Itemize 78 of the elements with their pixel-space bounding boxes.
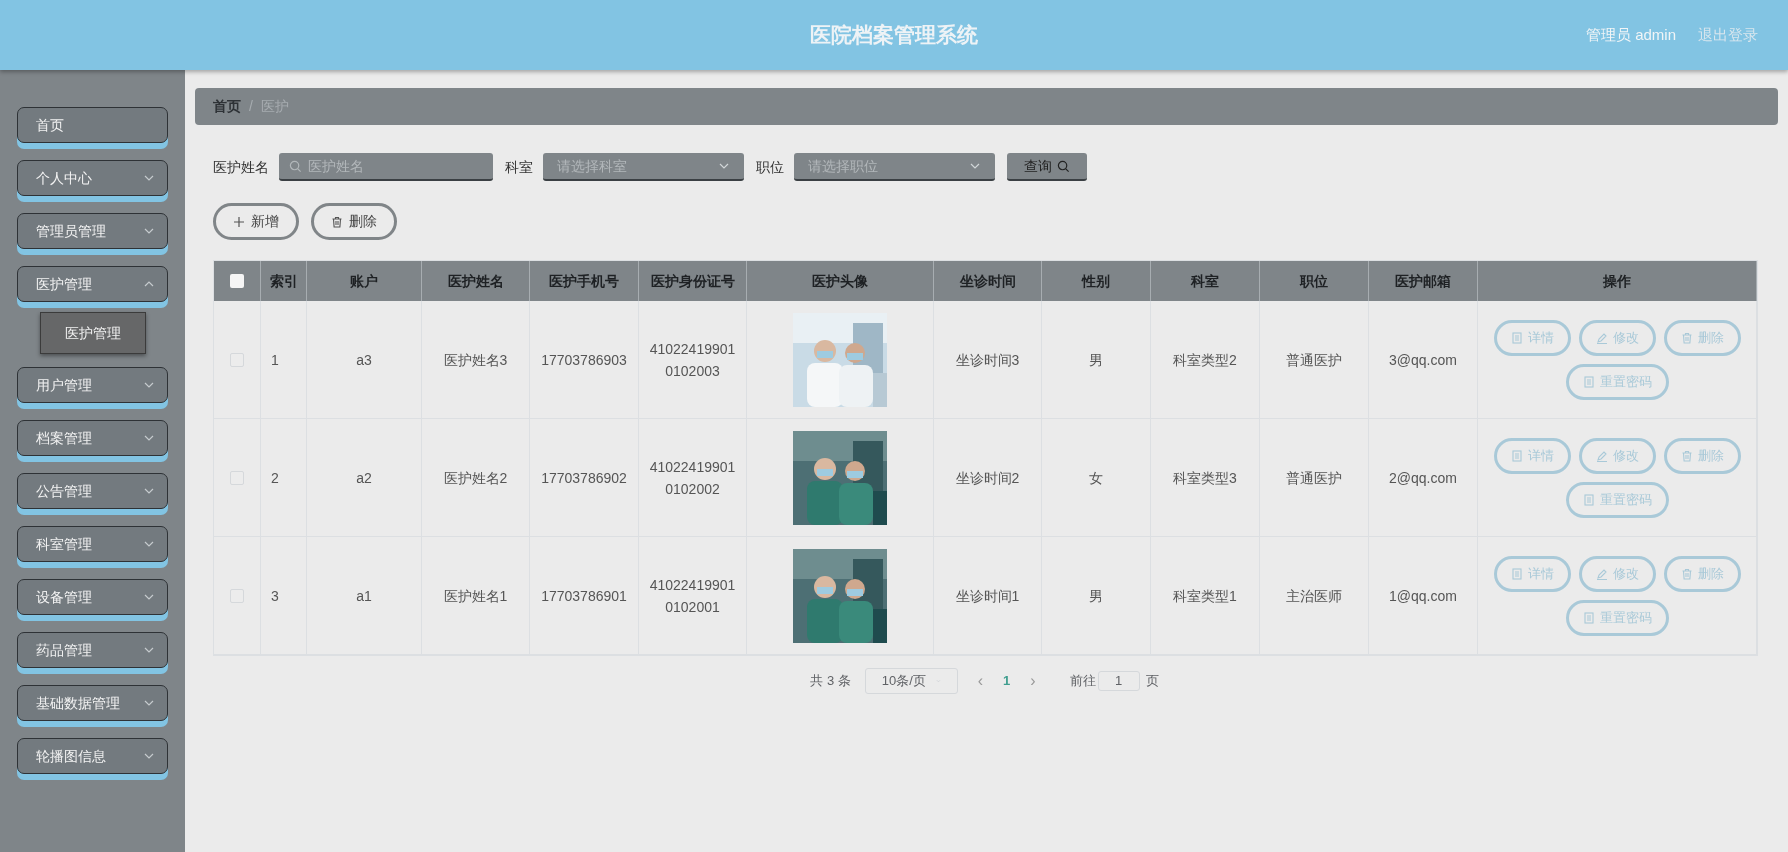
next-page-button[interactable]: ›	[1024, 669, 1042, 693]
table-cell-text: 3@qq.com	[1389, 350, 1457, 370]
document-icon	[1582, 611, 1595, 624]
delete-button[interactable]: 删除	[311, 203, 397, 240]
table-cell-text: a3	[356, 350, 372, 370]
table-cell-text: 医护姓名2	[443, 468, 508, 488]
query-button[interactable]: 查询	[1007, 153, 1087, 181]
user-label: 管理员 admin	[1585, 24, 1676, 45]
field-label: 医护姓名	[213, 157, 269, 177]
table-cell-text: 17703786902	[541, 468, 627, 488]
document-icon	[1582, 493, 1595, 506]
table-cell-text: 坐诊时间1	[955, 586, 1020, 606]
pencil-icon	[1595, 449, 1608, 462]
trash-icon	[1680, 567, 1693, 580]
document-icon	[1582, 375, 1595, 388]
plus-icon	[233, 215, 245, 228]
table-cell-text: a2	[356, 468, 372, 488]
app-title: 医院档案管理系统	[810, 22, 978, 49]
column-header: 科室	[1151, 261, 1260, 301]
search-icon	[289, 159, 302, 173]
table-cell-text: 男	[1089, 586, 1103, 606]
table-cell-text: a1	[356, 586, 372, 606]
table-cell-text: 1@qq.com	[1389, 586, 1457, 606]
column-header: 账户	[307, 261, 422, 301]
column-header: 索引	[261, 261, 307, 301]
page-size-select[interactable]: 10条/页	[864, 668, 958, 694]
goto-page-field[interactable]: 1	[1097, 671, 1140, 691]
table-cell-text: 女	[1089, 468, 1103, 488]
table-cell-text: 科室类型3	[1173, 468, 1237, 488]
table-cell-text: 41022419901 0102002	[649, 457, 736, 499]
document-icon	[1510, 449, 1523, 462]
trash-icon	[331, 215, 343, 228]
table-cell-text: 2	[271, 468, 279, 488]
pencil-icon	[1595, 567, 1608, 580]
column-header: 医护手机号	[530, 261, 639, 301]
breadcrumb-link[interactable]: 首页	[213, 96, 241, 117]
document-icon	[1510, 567, 1523, 580]
table-cell-text: 坐诊时间3	[955, 350, 1020, 370]
table-cell-text: 科室类型1	[1173, 586, 1237, 606]
column-header: 操作	[1478, 261, 1757, 301]
total-count: 共 3 条	[810, 672, 851, 691]
submenu-item[interactable]: 医护管理	[39, 312, 146, 354]
goto-suffix: 页	[1145, 672, 1159, 691]
table-cell-text: 男	[1089, 350, 1103, 370]
table-cell-text: 普通医护	[1286, 350, 1342, 370]
table-cell-text: 医护姓名3	[443, 350, 508, 370]
pencil-icon	[1595, 331, 1608, 344]
column-header: 坐诊时间	[934, 261, 1042, 301]
table-cell-text: 17703786903	[541, 350, 627, 370]
trash-icon	[1680, 449, 1693, 462]
table-cell-text: 1	[271, 350, 279, 370]
column-header: 医护身份证号	[639, 261, 747, 301]
table-cell-text: 2@qq.com	[1389, 468, 1457, 488]
table-cell-text: 主治医师	[1286, 586, 1342, 606]
table-cell-text: 坐诊时间2	[955, 468, 1020, 488]
checkbox[interactable]	[230, 274, 244, 288]
table-cell-text: 41022419901 0102003	[649, 339, 736, 381]
document-icon	[1510, 331, 1523, 344]
field-label: 职位	[756, 157, 784, 177]
breadcrumb-separator: /	[249, 97, 253, 116]
field-label: 科室	[505, 157, 533, 177]
trash-icon	[1680, 331, 1693, 344]
table-cell-text: 普通医护	[1286, 468, 1342, 488]
column-header: 性别	[1042, 261, 1151, 301]
goto-label: 前往	[1069, 672, 1096, 691]
table-cell-text: 医护姓名1	[443, 586, 508, 606]
add-button[interactable]: 新增	[213, 203, 299, 240]
page-number[interactable]: 1	[1003, 671, 1011, 691]
column-header: 医护邮箱	[1369, 261, 1478, 301]
table-cell-text: 3	[271, 586, 279, 606]
column-header: 医护姓名	[422, 261, 530, 301]
prev-page-button[interactable]: ‹	[971, 669, 990, 693]
table-cell-text: 41022419901 0102001	[649, 575, 736, 617]
search-icon	[1057, 159, 1070, 173]
column-header: 职位	[1260, 261, 1369, 301]
column-header: 医护头像	[747, 261, 934, 301]
table-cell-text: 17703786901	[541, 586, 627, 606]
table-cell-text: 科室类型2	[1173, 350, 1237, 370]
